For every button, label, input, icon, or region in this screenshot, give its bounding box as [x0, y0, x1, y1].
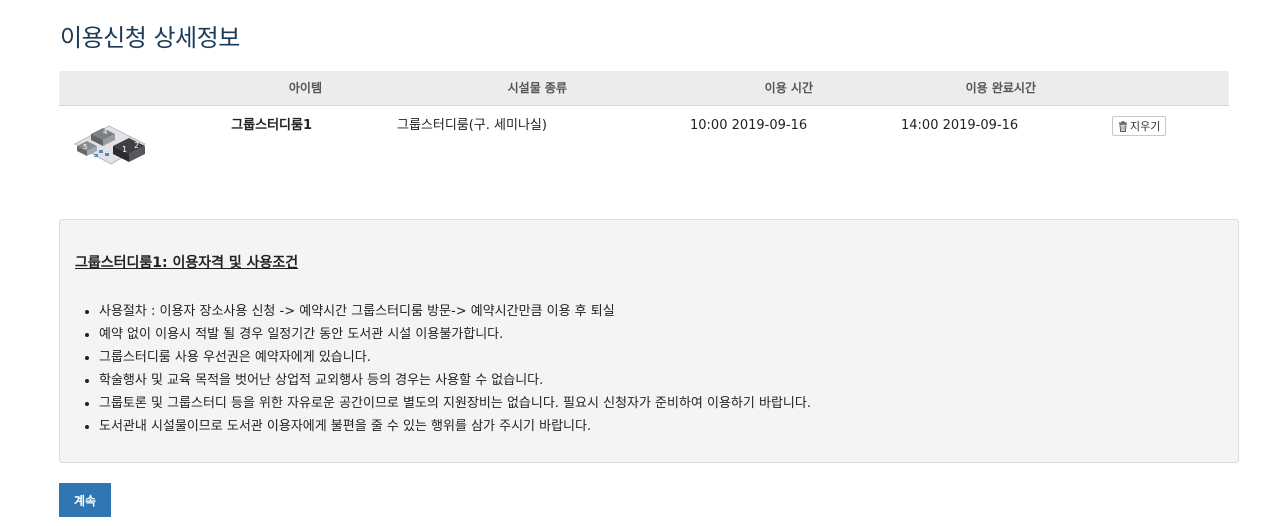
- room-number: 5: [83, 143, 87, 151]
- trash-icon: [1118, 120, 1128, 132]
- cell-item: 그룹스터디룸1: [231, 118, 312, 133]
- header-item: 아이템: [288, 81, 322, 95]
- room-number: 2: [134, 141, 139, 150]
- list-item: 예약 없이 이용시 적발 될 경우 일정기간 동안 도서관 시설 이용불가합니다…: [99, 323, 811, 346]
- delete-button[interactable]: 지우기: [1112, 116, 1167, 136]
- usage-rules-list: 사용절차 : 이용자 장소사용 신청 -> 예약시간 그룹스터디룸 방문-> 예…: [75, 300, 811, 438]
- usage-conditions-box: 그룹스터디룸1: 이용자격 및 사용조건 사용절차 : 이용자 장소사용 신청 …: [59, 219, 1239, 463]
- list-item: 사용절차 : 이용자 장소사용 신청 -> 예약시간 그룹스터디룸 방문-> 예…: [99, 300, 811, 323]
- list-item: 도서관내 시설물이므로 도서관 이용자에게 불편을 줄 수 있는 행위를 삼가 …: [99, 415, 811, 438]
- room-number: 6: [93, 155, 97, 162]
- reservation-table: 아이템 시설물 종류 이용 시간 이용 완료시간 4 5 6 1 2 그룹스터디…: [59, 71, 1229, 186]
- room-number: 4: [103, 128, 108, 136]
- usage-conditions-heading: 그룹스터디룸1: 이용자격 및 사용조건: [75, 255, 299, 271]
- delete-label: 지우기: [1130, 120, 1161, 133]
- header-use-time: 이용 시간: [764, 81, 813, 95]
- page-title: 이용신청 상세정보: [60, 24, 240, 52]
- continue-button[interactable]: 계속: [59, 483, 111, 517]
- room-number: 1: [122, 145, 127, 154]
- list-item: 그룹토론 및 그룹스터디 등을 위한 자유로운 공간이므로 별도의 지원장비는 …: [99, 392, 811, 415]
- header-end-time: 이용 완료시간: [965, 81, 1036, 95]
- cell-use-time: 10:00 2019-09-16: [690, 118, 808, 133]
- list-item: 그룹스터디룸 사용 우선권은 예약자에게 있습니다.: [99, 346, 811, 369]
- cell-end-time: 14:00 2019-09-16: [901, 118, 1019, 133]
- table-header: 아이템 시설물 종류 이용 시간 이용 완료시간: [59, 71, 1229, 106]
- list-item: 학술행사 및 교육 목적을 벗어난 상업적 교외행사 등의 경우는 사용할 수 …: [99, 369, 811, 392]
- table-row: 4 5 6 1 2 그룹스터디룸1 그룹스터디룸(구. 세미나실) 10:00 …: [59, 106, 1229, 186]
- header-facility-type: 시설물 종류: [507, 81, 567, 95]
- room-thumbnail: 4 5 6 1 2: [69, 116, 149, 172]
- cell-facility-type: 그룹스터디룸(구. 세미나실): [397, 118, 547, 133]
